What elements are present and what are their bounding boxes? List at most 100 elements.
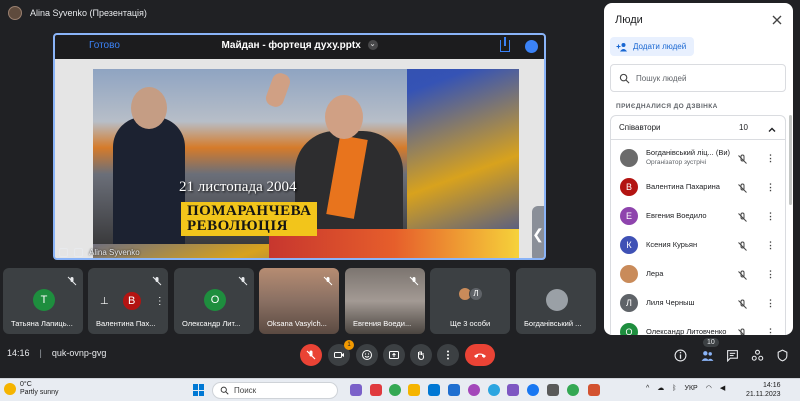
more-vert-icon <box>447 350 449 360</box>
participant-tile-video[interactable]: Евгения Воеди... <box>345 268 425 334</box>
more-vert-icon[interactable]: ⋮ <box>766 297 775 309</box>
weather-temp: 0°C <box>20 381 32 388</box>
file-title[interactable]: Майдан - фортеця духу.pptx ⌄ <box>55 40 544 51</box>
panel-scrollbar[interactable] <box>789 115 792 205</box>
activities-icon[interactable] <box>750 348 764 362</box>
participant-tile[interactable]: ⊥ В ⋮ Валентина Пах... <box>88 268 168 334</box>
app-icon[interactable] <box>370 384 382 396</box>
list-item[interactable]: Лера ⋮ <box>611 260 785 289</box>
wifi-icon[interactable]: ◠ <box>706 384 712 392</box>
telegram-icon[interactable] <box>488 384 500 396</box>
chat-icon[interactable] <box>725 348 739 362</box>
participant-tile[interactable]: О Олександр Лит... <box>174 268 254 334</box>
participant-tile[interactable]: Богданівський ... <box>516 268 596 334</box>
host-controls-icon[interactable] <box>775 348 789 362</box>
facebook-icon[interactable] <box>527 384 539 396</box>
more-vert-icon[interactable]: ⋮ <box>766 326 775 335</box>
weather-widget[interactable]: 0°C Partly sunny <box>4 381 59 397</box>
windows-taskbar: 0°C Partly sunny Поиск ^ ☁ ᛒ УКР ◠ ◀ 14:… <box>0 378 800 401</box>
more-vert-icon[interactable]: ⋮ <box>766 268 775 280</box>
side-panel-handle[interactable]: ❮ <box>532 206 544 258</box>
end-call-button[interactable] <box>465 344 495 366</box>
self-name: Alina Syvenko <box>89 248 140 257</box>
more-vert-icon[interactable]: ⋮ <box>155 296 165 307</box>
viber-icon[interactable] <box>468 384 480 396</box>
store-icon[interactable] <box>428 384 440 396</box>
list-item[interactable]: К Ксения Курьян ⋮ <box>611 231 785 260</box>
participant-tile-video[interactable]: Oksana Vasylch... <box>259 268 339 334</box>
mic-off-icon <box>306 350 316 360</box>
mic-toggle-button[interactable] <box>300 344 322 366</box>
tile-hover-actions: ⊥ В ⋮ <box>100 292 165 310</box>
more-participants-tile[interactable]: Л Ще 3 особи <box>430 268 510 334</box>
reactions-button[interactable] <box>356 344 378 366</box>
self-view-label: Alina Syvenko <box>55 245 205 258</box>
share-icon[interactable] <box>500 37 510 52</box>
meeting-info-separator: | <box>39 348 42 358</box>
person-name: Лера <box>646 269 664 278</box>
search-input[interactable] <box>636 73 766 83</box>
present-screen-button[interactable] <box>383 344 405 366</box>
list-item[interactable]: Богданівський ліц... (Ви) Організатор зу… <box>611 144 785 173</box>
chevron-up-icon[interactable]: ^ <box>646 385 649 392</box>
taskbar-search[interactable]: Поиск <box>212 382 338 399</box>
file-explorer-icon[interactable] <box>408 384 420 396</box>
cloud-icon[interactable]: ☁ <box>657 384 664 392</box>
mic-off-icon <box>737 326 748 335</box>
camera-toggle-button[interactable]: 1 <box>328 340 354 366</box>
meeting-info: 14:16 | quk-ovnp-gvg <box>7 348 106 358</box>
close-icon[interactable] <box>771 13 783 25</box>
chrome-icon[interactable] <box>567 384 579 396</box>
add-person-icon <box>616 42 627 51</box>
presenter-header: Alina Syvenko (Презентація) <box>8 5 147 21</box>
more-vert-icon[interactable]: ⋮ <box>766 181 775 193</box>
person-role: Організатор зустрічі <box>646 159 707 166</box>
taskview-icon[interactable] <box>350 384 362 396</box>
clock[interactable]: 14:16 21.11.2023 <box>746 381 781 399</box>
avatar <box>620 149 638 167</box>
people-search[interactable] <box>610 64 786 92</box>
bluetooth-icon[interactable]: ᛒ <box>672 385 676 392</box>
camera-off-icon <box>334 352 344 358</box>
meeting-time: 14:16 <box>7 348 30 358</box>
pin-icon[interactable]: ⊥ <box>100 296 109 307</box>
start-button[interactable] <box>193 384 205 396</box>
list-item[interactable]: Е Евгения Воедило ⋮ <box>611 202 785 231</box>
avatar: В <box>122 292 141 310</box>
mic-off-icon <box>737 152 748 164</box>
file-title-text: Майдан - фортеця духу.pptx <box>221 40 361 51</box>
app-icon[interactable] <box>507 384 519 396</box>
more-vert-icon[interactable]: ⋮ <box>766 210 775 222</box>
weather-desc: Partly sunny <box>20 389 59 396</box>
mail-icon[interactable] <box>448 384 460 396</box>
people-icon[interactable] <box>700 348 714 362</box>
more-vert-icon[interactable]: ⋮ <box>766 152 775 164</box>
add-people-button[interactable]: Додати людей <box>610 37 695 56</box>
chrome-icon[interactable] <box>389 384 401 396</box>
more-vert-icon[interactable]: ⋮ <box>766 239 775 251</box>
volume-icon[interactable]: ◀ <box>720 384 725 392</box>
app-icon[interactable] <box>547 384 559 396</box>
group-label: Співавтори <box>619 123 661 132</box>
avatar: Л <box>469 287 483 301</box>
clock-time: 14:16 <box>762 382 781 389</box>
powerpoint-icon[interactable] <box>588 384 600 396</box>
presentation-stage[interactable]: Готово Майдан - фортеця духу.pptx ⌄ 21 л… <box>53 33 546 260</box>
more-options-icon[interactable] <box>525 40 538 53</box>
person-name: Валентина Пахарина <box>646 182 720 191</box>
more-options-button[interactable] <box>437 344 459 366</box>
language-indicator[interactable]: УКР <box>685 385 698 392</box>
raise-hand-button[interactable] <box>410 344 432 366</box>
participant-tile[interactable]: Т Татьяна Лапиць... <box>3 268 83 334</box>
people-panel: Люди Додати людей ПРИЄДНАЛИСЯ ДО ДЗВІНКА… <box>604 3 793 335</box>
group-header[interactable]: Співавтори 10 <box>611 116 785 140</box>
meeting-details-icon[interactable] <box>673 348 687 362</box>
avatar: К <box>620 236 638 254</box>
add-people-label: Додати людей <box>633 42 687 51</box>
list-item[interactable]: О Олександр Литовченко ⋮ <box>611 318 785 335</box>
chevron-up-icon[interactable] <box>767 122 777 132</box>
list-item[interactable]: Л Лиля Черныш ⋮ <box>611 289 785 318</box>
clock-date: 21.11.2023 <box>746 391 781 398</box>
list-item[interactable]: В Валентина Пахарина ⋮ <box>611 173 785 202</box>
chevron-down-icon[interactable]: ⌄ <box>367 40 378 51</box>
